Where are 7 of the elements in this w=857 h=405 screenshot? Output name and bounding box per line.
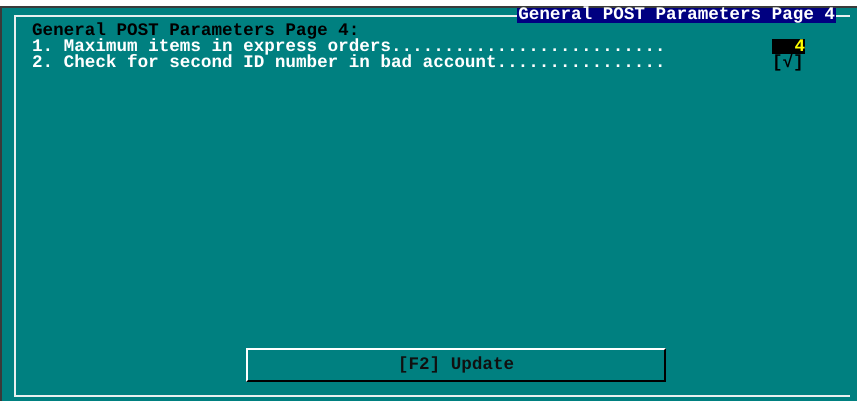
checkbox[interactable]: [√] [772,55,804,71]
number-field[interactable]: 4 [772,39,805,54]
page-heading: General POST Parameters Page 4: [32,23,360,39]
window-title: General POST Parameters Page 4 [517,8,836,23]
parameter-label: 1. Maximum items in express orders.......................... [32,39,666,55]
parameter-label: 2. Check for second ID number in bad account................ [32,55,666,71]
update-button[interactable]: [F2] Update [246,348,666,382]
